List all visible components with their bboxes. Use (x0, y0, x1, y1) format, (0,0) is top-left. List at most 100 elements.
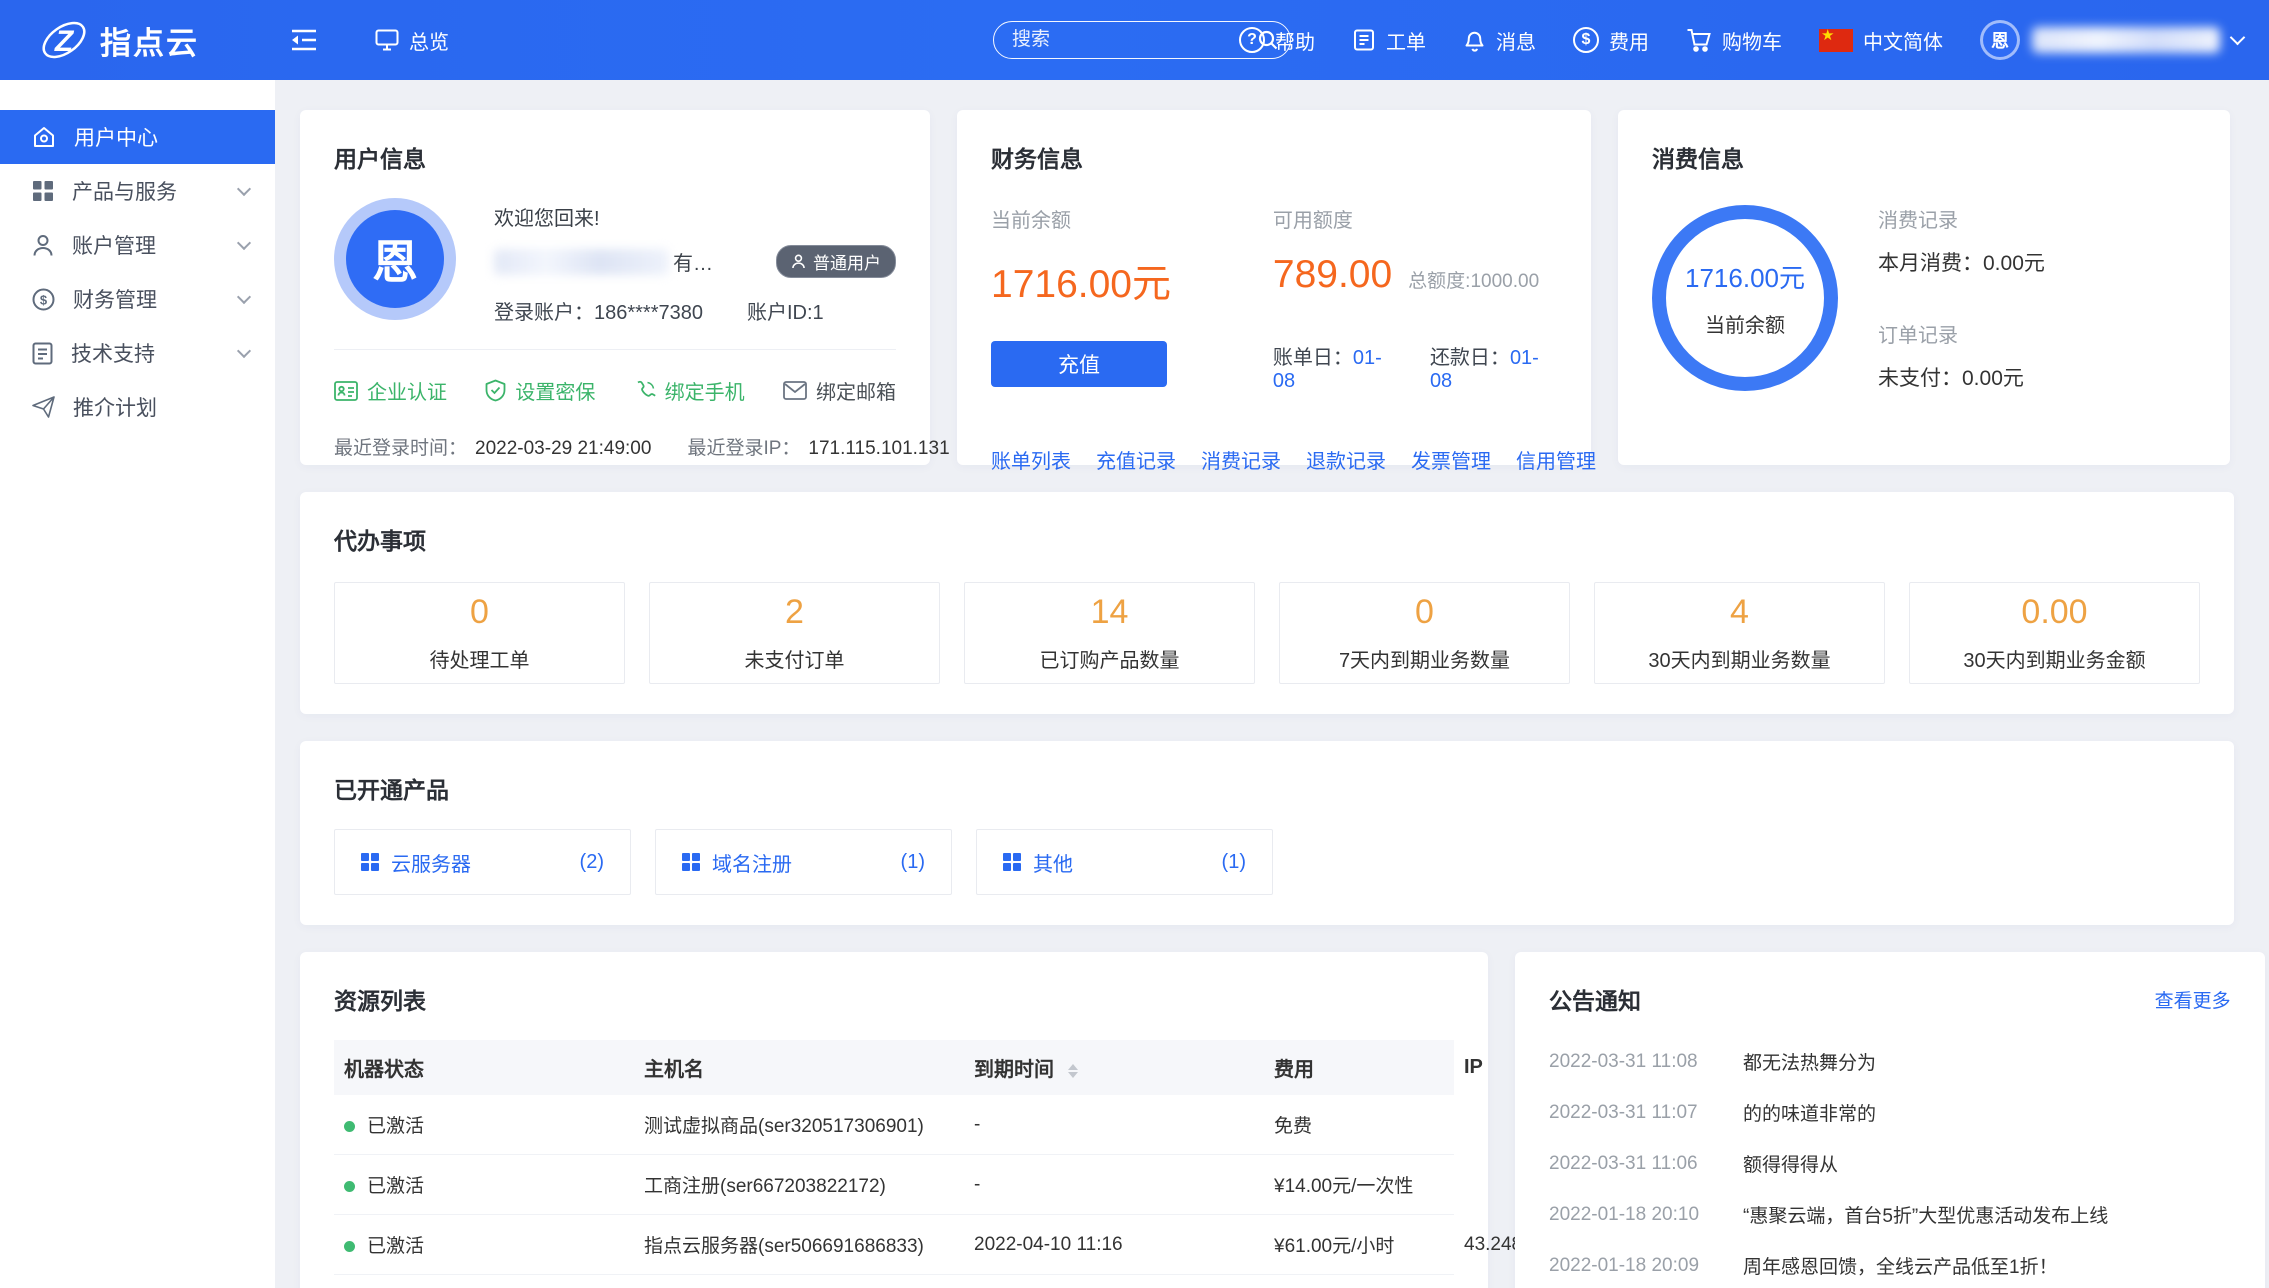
grid-icon (361, 853, 379, 871)
last-login-ip-label: 最近登录IP： (687, 438, 800, 459)
security-setting-link[interactable]: 设置密保 (485, 376, 595, 405)
sort-icon[interactable] (1068, 1064, 1078, 1078)
nav-overview-label: 总览 (409, 26, 449, 55)
cell-fee: ¥14.00元/一次性 (1264, 1155, 1454, 1215)
view-more-link[interactable]: 查看更多 (2155, 986, 2231, 1013)
sidebar-item-referral[interactable]: 推介计划 (0, 380, 275, 434)
status-dot (344, 1181, 355, 1192)
bind-email-link[interactable]: 绑定邮箱 (783, 376, 896, 405)
last-login-time-value: 2022-03-29 21:49:00 (475, 438, 651, 459)
menu-fee-label: 费用 (1609, 26, 1649, 55)
nav-overview[interactable]: 总览 (375, 26, 449, 55)
stat-expiring-7days[interactable]: 0 7天内到期业务数量 (1279, 582, 1570, 684)
language-selector[interactable]: ★ 中文简体 (1819, 26, 1943, 55)
china-flag-icon: ★ (1819, 29, 1853, 52)
last-login-ip: 最近登录IP：171.115.101.131 (687, 433, 949, 460)
verify-label: 绑定手机 (665, 376, 745, 405)
card-title: 资源列表 (334, 982, 1454, 1016)
cell-status: 已激活 (334, 1095, 634, 1155)
repay-day: 还款日：01-08 (1430, 341, 1557, 393)
sidebar-item-user-center[interactable]: 用户中心 (0, 110, 275, 164)
consume-record-title: 消费记录 (1878, 204, 2045, 233)
status-dot (344, 1241, 355, 1252)
link-credit-manage[interactable]: 信用管理 (1516, 445, 1596, 474)
announcements-card: 公告通知 查看更多 2022-03-31 11:08 都无法热舞分为 2022-… (1515, 952, 2265, 1288)
announcement-item[interactable]: 2022-01-18 20:10 “惠聚云端，首台5折”大型优惠活动发布上线 (1549, 1189, 2231, 1240)
repay-day-label: 还款日： (1430, 347, 1510, 369)
menu-cart[interactable]: 购物车 (1686, 26, 1782, 55)
product-count: (2) (580, 851, 604, 874)
cell-expire: 2023-03-24 19:25 (964, 1275, 1264, 1288)
unpaid-amount: 未支付：0.00元 (1878, 362, 2045, 392)
table-row: 已激活 指点云服务器(ser202179820381) 2023-03-24 1… (334, 1275, 1454, 1288)
product-other[interactable]: 其他 (1) (976, 829, 1273, 895)
product-name: 云服务器 (391, 848, 471, 877)
sidebar-label: 技术支持 (71, 338, 155, 368)
sidebar-item-support[interactable]: 技术支持 (0, 326, 275, 380)
cell-fee: ¥10.00元/年付 (1264, 1275, 1454, 1288)
menu-message-label: 消息 (1496, 26, 1536, 55)
announcement-item[interactable]: 2022-01-18 20:09 周年感恩回馈，全线云产品低至1折！ (1549, 1240, 2231, 1288)
link-bill-list[interactable]: 账单列表 (991, 445, 1071, 474)
finance-info-card: 财务信息 当前余额 1716.00元 充值 可用额度 789.00 总额度:10… (957, 110, 1591, 465)
menu-cart-label: 购物车 (1722, 26, 1782, 55)
user-menu[interactable]: 恩 (1980, 20, 2243, 60)
sidebar-label: 用户中心 (74, 122, 158, 152)
month-consume-label: 本月消费： (1878, 252, 1983, 275)
svg-text:Z: Z (54, 25, 75, 58)
menu-message[interactable]: 消息 (1463, 26, 1536, 55)
menu-ticket[interactable]: 工单 (1352, 26, 1426, 55)
stat-expiring-30days[interactable]: 4 30天内到期业务数量 (1594, 582, 1885, 684)
announcement-item[interactable]: 2022-03-31 11:06 额得得得从 (1549, 1138, 2231, 1189)
table-row: 已激活 测试虚拟商品(ser320517306901) - 免费 (334, 1095, 1454, 1155)
stat-label: 未支付订单 (745, 644, 845, 673)
menu-fee[interactable]: $ 费用 (1573, 26, 1649, 55)
login-account-label: 登录账户： (494, 302, 594, 324)
stat-expiring-30days-amount[interactable]: 0.00 30天内到期业务金额 (1909, 582, 2200, 684)
card-title: 代办事项 (334, 522, 2200, 556)
fee-dollar-icon: $ (1573, 27, 1599, 53)
unpaid-label: 未支付： (1878, 367, 1962, 390)
monitor-icon (375, 29, 399, 51)
login-account: 登录账户：186****7380 (494, 296, 703, 325)
product-domain[interactable]: 域名注册 (1) (655, 829, 952, 895)
stat-purchased-products[interactable]: 14 已订购产品数量 (964, 582, 1255, 684)
link-refund-record[interactable]: 退款记录 (1306, 445, 1386, 474)
verify-label: 绑定邮箱 (816, 376, 896, 405)
recharge-button[interactable]: 充值 (991, 341, 1167, 387)
sidebar-item-products[interactable]: 产品与服务 (0, 164, 275, 218)
announcement-text: 都无法热舞分为 (1743, 1048, 1876, 1075)
sidebar-item-finance[interactable]: $ 财务管理 (0, 272, 275, 326)
credit-value: 789.00 (1273, 253, 1392, 297)
bind-phone-link[interactable]: 绑定手机 (634, 376, 745, 405)
cell-fee: ¥61.00元/小时 (1264, 1215, 1454, 1275)
login-account-value: 186****7380 (594, 302, 703, 324)
product-name: 其他 (1033, 848, 1073, 877)
link-recharge-record[interactable]: 充值记录 (1096, 445, 1176, 474)
announcement-item[interactable]: 2022-03-31 11:07 的的味道非常的 (1549, 1087, 2231, 1138)
username-suffix: 有… (673, 247, 713, 276)
link-invoice-manage[interactable]: 发票管理 (1411, 445, 1491, 474)
sidebar-item-account[interactable]: 账户管理 (0, 218, 275, 272)
shield-check-icon (485, 379, 506, 402)
stat-pending-tickets[interactable]: 0 待处理工单 (334, 582, 625, 684)
collapse-sidebar-button[interactable] (291, 29, 317, 51)
user-info-card: 用户信息 恩 欢迎您回来! 有… 普通用户 (300, 110, 930, 465)
menu-help[interactable]: ? 帮助 (1239, 26, 1315, 55)
search-input[interactable] (1012, 29, 1257, 51)
stat-unpaid-orders[interactable]: 2 未支付订单 (649, 582, 940, 684)
app-logo[interactable]: Z 指点云 (0, 14, 275, 66)
enterprise-verify-link[interactable]: 企业认证 (334, 376, 447, 405)
product-cloud-server[interactable]: 云服务器 (2) (334, 829, 631, 895)
card-title: 消费信息 (1652, 140, 2196, 174)
status-dot (344, 1121, 355, 1132)
main-content: 用户信息 恩 欢迎您回来! 有… 普通用户 (275, 80, 2269, 1288)
announcement-text: 的的味道非常的 (1743, 1099, 1876, 1126)
username-blurred (494, 249, 669, 275)
announcement-item[interactable]: 2022-03-31 11:08 都无法热舞分为 (1549, 1036, 2231, 1087)
credit-total: 总额度:1000.00 (1408, 266, 1539, 293)
link-consume-record[interactable]: 消费记录 (1201, 445, 1281, 474)
mail-icon (783, 381, 807, 400)
month-consume: 本月消费：0.00元 (1878, 247, 2045, 277)
announcement-date: 2022-01-18 20:09 (1549, 1255, 1717, 1277)
